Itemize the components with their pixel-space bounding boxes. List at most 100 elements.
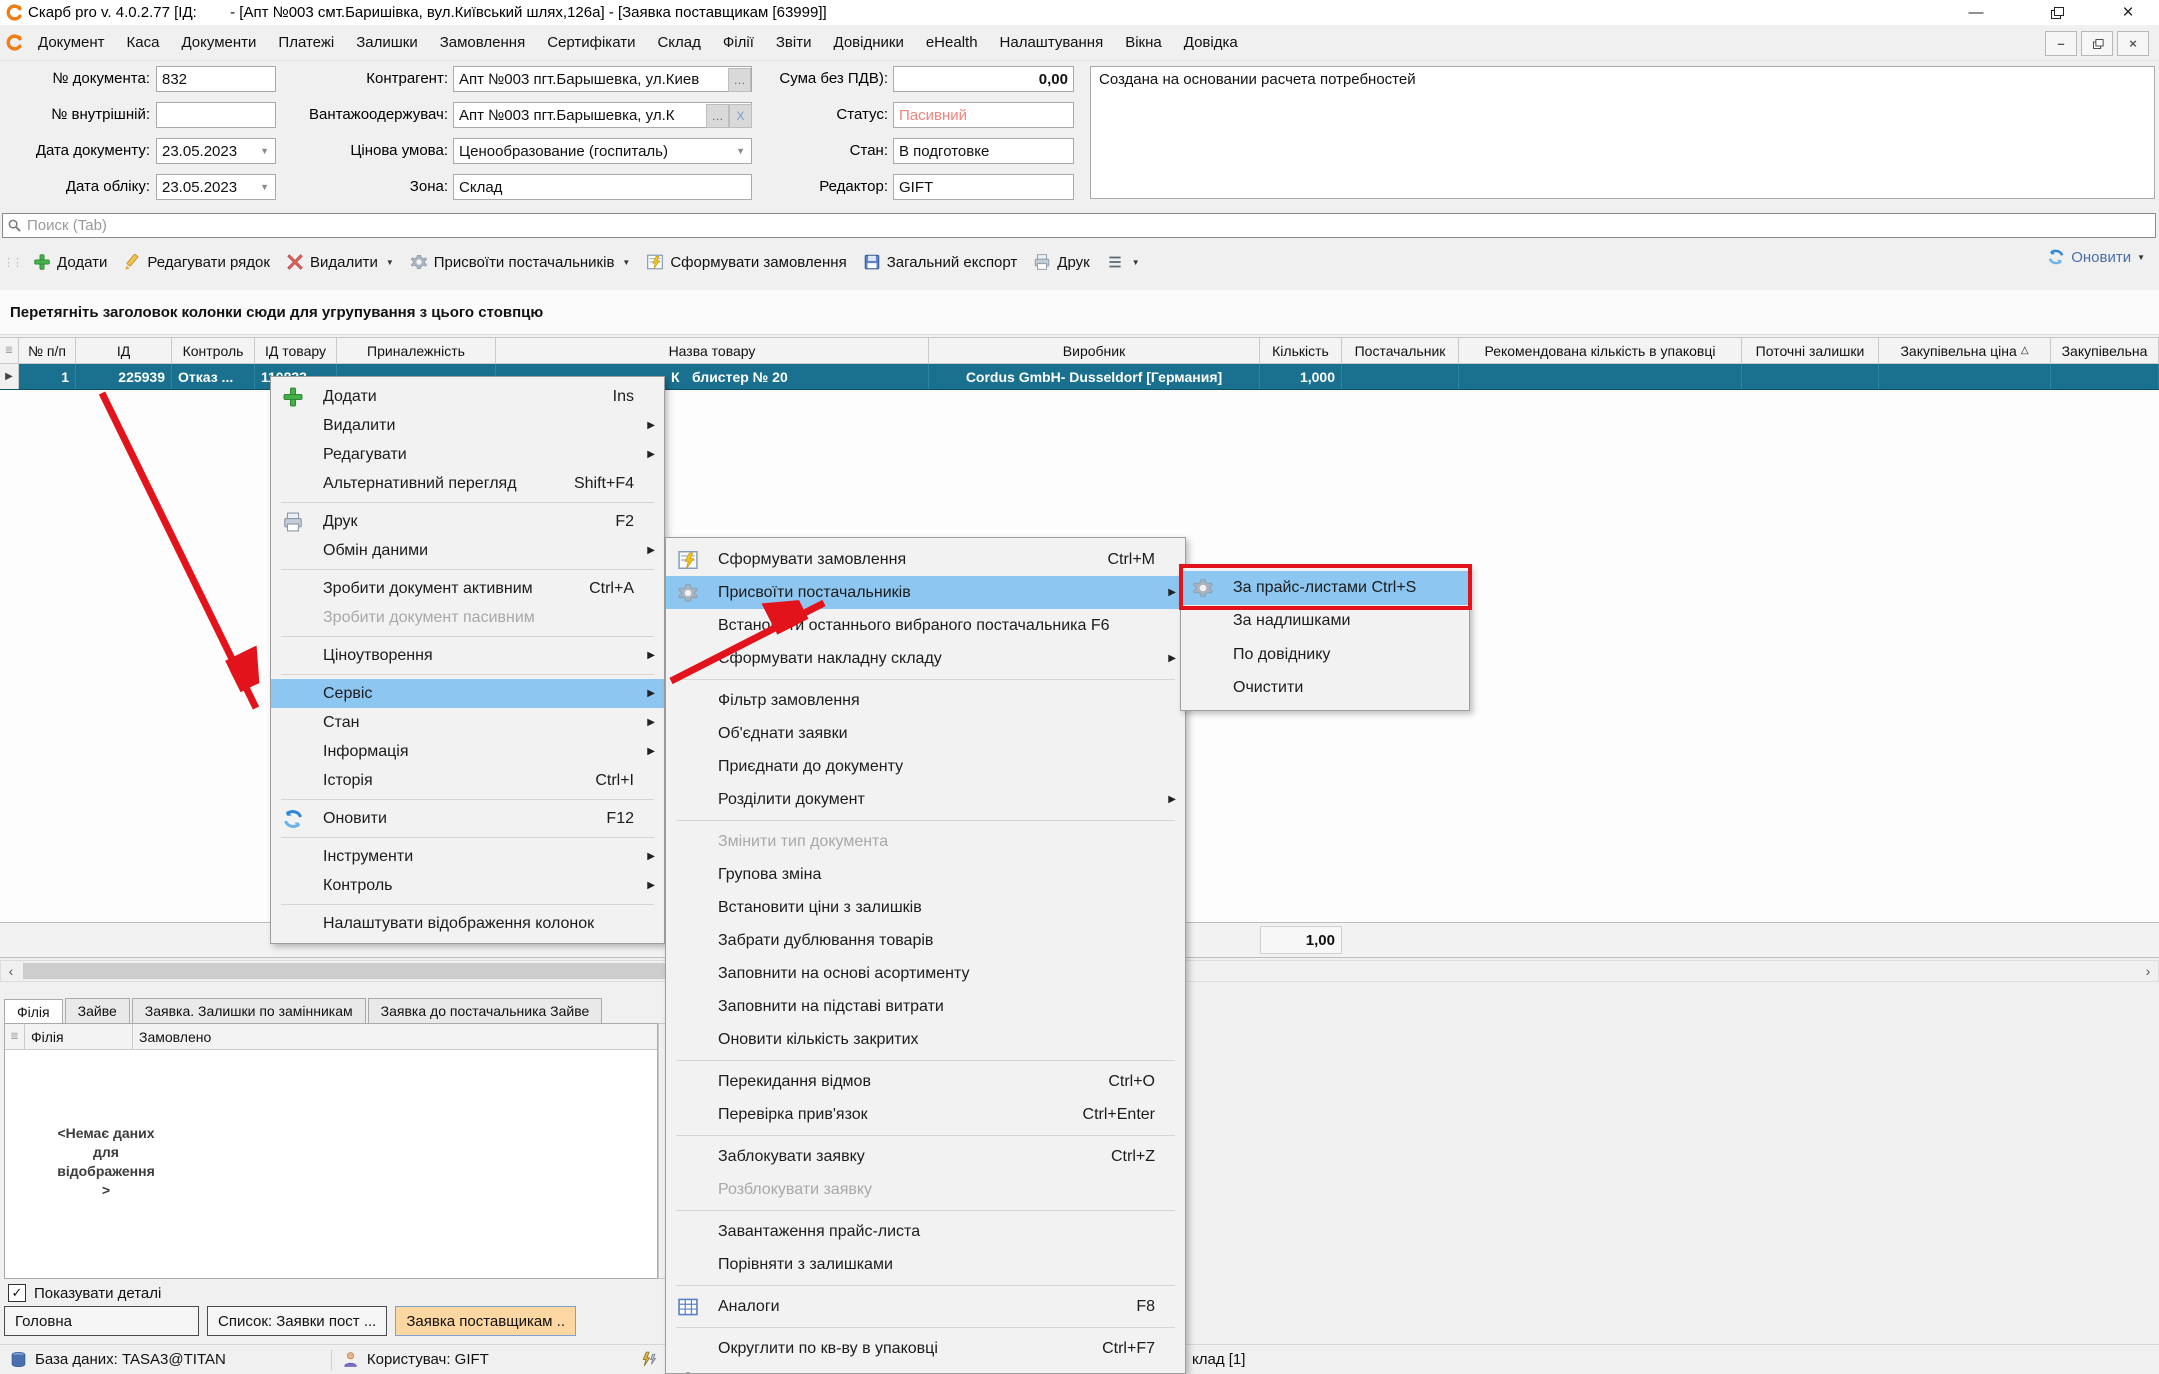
service-menu-item-Забрати дублювання товарів[interactable]: Забрати дублювання товарів <box>666 924 1185 957</box>
service-menu-item-Присвоїти постачальників[interactable]: Присвоїти постачальників▶ <box>666 576 1185 609</box>
column-header-Поточні залишки[interactable]: Поточні залишки <box>1742 338 1879 363</box>
editor-field[interactable]: GIFT <box>893 174 1074 200</box>
context-menu-item-Ціноутворення[interactable]: Ціноутворення▶ <box>271 641 664 670</box>
detail-tab-Заявка до постачальника Зайве[interactable]: Заявка до постачальника Зайве <box>368 998 603 1023</box>
assign-menu-item-За надлишками[interactable]: За надлишками <box>1181 605 1469 639</box>
context-menu-item-Контроль[interactable]: Контроль▶ <box>271 871 664 900</box>
toolbar-button-Сформувати замовлення[interactable]: Сформувати замовлення <box>638 249 854 275</box>
service-menu-item-Оновити кількість закритих[interactable]: Оновити кількість закритих <box>666 1023 1185 1056</box>
status-field[interactable]: Пасивний <box>893 102 1074 128</box>
column-header-Постачальник[interactable]: Постачальник <box>1342 338 1459 363</box>
detail-tab-Філія[interactable]: Філія <box>4 999 63 1024</box>
service-menu-item-Сформувати накладну складу[interactable]: Сформувати накладну складу▶ <box>666 642 1185 675</box>
mdi-minimize-button[interactable]: – <box>2045 31 2077 56</box>
minimize-button[interactable]: — <box>1953 0 1999 25</box>
service-menu-item-Фільтр замовлення[interactable]: Фільтр замовлення <box>666 684 1185 717</box>
column-header-Закупівельна[interactable]: Закупівельна <box>2051 338 2159 363</box>
column-header-Контроль[interactable]: Контроль <box>172 338 255 363</box>
menubar-item-Замовлення[interactable]: Замовлення <box>429 30 536 55</box>
toolbar-grip[interactable]: ⋮⋮ <box>3 256 21 269</box>
column-header-Кількість[interactable]: Кількість <box>1260 338 1342 363</box>
context-menu-item-Видалити[interactable]: Видалити▶ <box>271 411 664 440</box>
context-menu-item-Друк[interactable]: ДрукF2 <box>271 507 664 536</box>
menubar-item-Вікна[interactable]: Вікна <box>1114 30 1173 55</box>
detail-column-zamovleno[interactable]: Замовлено <box>133 1024 657 1049</box>
group-by-panel[interactable]: Перетягніть заголовок колонки сюди для у… <box>0 290 2159 335</box>
context-menu-item-Зробити документ активним[interactable]: Зробити документ активнимCtrl+A <box>271 574 664 603</box>
column-header-Назва товару[interactable]: Назва товару <box>496 338 929 363</box>
sum-field[interactable]: 0,00 <box>893 66 1074 92</box>
service-menu-item-Розділити документ[interactable]: Розділити документ▶ <box>666 783 1185 816</box>
toolbar-button-Редагувати рядок[interactable]: Редагувати рядок <box>115 249 278 275</box>
mdi-tab-Головна[interactable]: Головна <box>4 1306 199 1336</box>
mdi-tab-Список: Заявки пост ...[interactable]: Список: Заявки пост ... <box>207 1306 387 1336</box>
service-menu-item-Округлити по кв-ву в упаковці[interactable]: Округлити по кв-ву в упаковціCtrl+F7 <box>666 1332 1185 1365</box>
context-menu-item-Альтернативний перегляд[interactable]: Альтернативний переглядShift+F4 <box>271 469 664 498</box>
mdi-close-button[interactable]: × <box>2117 31 2149 56</box>
service-menu-item-Аналоги[interactable]: АналогиF8 <box>666 1290 1185 1323</box>
toolbar-button-more[interactable]: ▼ <box>1098 249 1148 275</box>
assign-menu-item-По довіднику[interactable]: По довіднику <box>1181 638 1469 672</box>
column-header-ІД[interactable]: ІД <box>76 338 172 363</box>
mdi-tab-Заявка поставщикам ..[interactable]: Заявка поставщикам .. <box>395 1306 576 1336</box>
close-button[interactable]: × <box>2105 0 2151 25</box>
column-header-ІД товару[interactable]: ІД товару <box>255 338 337 363</box>
menubar-item-Склад[interactable]: Склад <box>646 30 711 55</box>
menubar-item-Платежі[interactable]: Платежі <box>267 30 345 55</box>
detail-column-filia[interactable]: Філія <box>25 1024 133 1049</box>
toolbar-button-Додати[interactable]: Додати <box>25 249 115 275</box>
context-menu-item-Стан[interactable]: Стан▶ <box>271 708 664 737</box>
context-menu-item-Історія[interactable]: ІсторіяCtrl+I <box>271 766 664 795</box>
menubar-item-Документи[interactable]: Документи <box>170 30 267 55</box>
menubar-item-Сертифікати[interactable]: Сертифікати <box>536 30 646 55</box>
service-menu-item-Встановити останнього вибраного постачальника F6[interactable]: Встановити останнього вибраного постачал… <box>666 609 1185 642</box>
detail-tab-Заявка. Залишки по замінникам[interactable]: Заявка. Залишки по замінникам <box>132 998 366 1023</box>
service-menu-item-Порівняти з залишками[interactable]: Порівняти з залишками <box>666 1248 1185 1281</box>
service-menu-item-Встановити ціни з залишків[interactable]: Встановити ціни з залишків <box>666 891 1185 924</box>
menubar-item-eHealth[interactable]: eHealth <box>915 30 989 55</box>
menubar-item-Каса[interactable]: Каса <box>116 30 171 55</box>
service-menu-item-Перевірка прив'язок[interactable]: Перевірка прив'язокCtrl+Enter <box>666 1098 1185 1131</box>
column-header-Рекомендована кількість в упаковці[interactable]: Рекомендована кількість в упаковці <box>1459 338 1742 363</box>
service-menu-item-Змінити тип документа[interactable]: Змінити тип документа <box>666 825 1185 858</box>
toolbar-button-Видалити[interactable]: Видалити▼ <box>278 249 402 275</box>
restore-button[interactable] <box>2033 0 2079 25</box>
context-menu-item-Інструменти[interactable]: Інструменти▶ <box>271 842 664 871</box>
service-menu-item-Приєднати до документу[interactable]: Приєднати до документу <box>666 750 1185 783</box>
context-menu-item-Редагувати[interactable]: Редагувати▶ <box>271 440 664 469</box>
toolbar-button-Друк[interactable]: Друк <box>1025 249 1097 275</box>
menubar-item-Залишки[interactable]: Залишки <box>345 30 429 55</box>
service-menu-item-Заповнити на основі асортименту[interactable]: Заповнити на основі асортименту <box>666 957 1185 990</box>
service-menu-item-Заповнити на підставі витрати[interactable]: Заповнити на підставі витрати <box>666 990 1185 1023</box>
scroll-right-icon[interactable]: › <box>2138 961 2158 981</box>
context-menu-item-Сервіс[interactable]: Сервіс▶ <box>271 679 664 708</box>
context-menu-item-Налаштувати відображення колонок[interactable]: Налаштувати відображення колонок <box>271 909 664 938</box>
assign-menu-item-Очистити[interactable]: Очистити <box>1181 672 1469 706</box>
service-menu-item-Перекидання відмов[interactable]: Перекидання відмовCtrl+O <box>666 1065 1185 1098</box>
memo-field[interactable]: Создана на основании расчета потребносте… <box>1090 66 2155 199</box>
menubar-item-Документ[interactable]: Документ <box>27 30 116 55</box>
assign-menu-item-За прайс-листами Ctrl+S[interactable]: За прайс-листами Ctrl+S <box>1181 571 1469 605</box>
context-menu-item-Оновити[interactable]: ОновитиF12 <box>271 804 664 833</box>
service-menu-item-Розблокувати заявку[interactable]: Розблокувати заявку <box>666 1173 1185 1206</box>
menubar-item-Довідники[interactable]: Довідники <box>823 30 915 55</box>
context-menu-item-Додати[interactable]: ДодатиIns <box>271 382 664 411</box>
menubar-item-Довідка[interactable]: Довідка <box>1173 30 1249 55</box>
show-details-checkbox[interactable]: ✓ Показувати деталі <box>8 1284 161 1302</box>
column-header-Приналежність[interactable]: Приналежність <box>337 338 496 363</box>
service-menu-item-partial[interactable]: Shift+F12 <box>666 1365 1185 1374</box>
toolbar-button-Загальний експорт[interactable]: Загальний експорт <box>855 249 1026 275</box>
service-menu-item-Сформувати замовлення[interactable]: Сформувати замовленняCtrl+M <box>666 543 1185 576</box>
menubar-item-Філії[interactable]: Філії <box>712 30 765 55</box>
context-menu-item-Обмін даними[interactable]: Обмін даними▶ <box>271 536 664 565</box>
search-input[interactable]: Поиск (Tab) <box>2 213 2156 238</box>
service-menu-item-Завантаження прайс-листа[interactable]: Завантаження прайс-листа <box>666 1215 1185 1248</box>
column-header-Виробник[interactable]: Виробник <box>929 338 1260 363</box>
service-menu-item-Об'єднати заявки[interactable]: Об'єднати заявки <box>666 717 1185 750</box>
column-header-№ п/п[interactable]: № п/п <box>19 338 76 363</box>
mdi-restore-button[interactable] <box>2081 31 2113 56</box>
menubar-item-Налаштування[interactable]: Налаштування <box>989 30 1115 55</box>
context-menu-item-Інформація[interactable]: Інформація▶ <box>271 737 664 766</box>
service-menu-item-Заблокувати заявку[interactable]: Заблокувати заявкуCtrl+Z <box>666 1140 1185 1173</box>
state-field[interactable]: В подготовке <box>893 138 1074 164</box>
